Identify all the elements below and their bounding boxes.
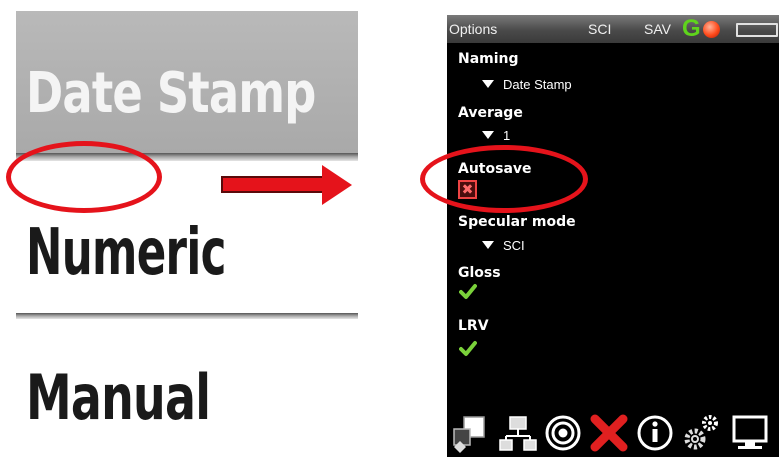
gloss-label: Gloss: [458, 265, 501, 281]
specular-mode-indicator: SCI: [588, 21, 612, 37]
dropdown-option-label: Date Stamp: [26, 61, 316, 126]
bottom-toolbar: [447, 407, 779, 457]
average-value: 1: [503, 128, 511, 143]
settings-icon[interactable]: [682, 409, 722, 453]
dropdown-arrow-icon: [482, 131, 494, 139]
specular-mode-label: Specular mode: [458, 214, 576, 230]
status-bar: Options SCI SAV G: [447, 15, 779, 43]
battery-icon: [736, 23, 778, 37]
dropdown-arrow-icon: [482, 241, 494, 249]
dropdown-arrow-icon: [482, 80, 494, 88]
specular-mode-dropdown[interactable]: SCI: [482, 238, 525, 253]
gloss-checkbox[interactable]: [459, 283, 477, 301]
shapes-icon[interactable]: [451, 409, 491, 453]
dropdown-option-manual[interactable]: Manual: [16, 319, 358, 457]
average-dropdown[interactable]: 1: [482, 128, 510, 143]
dropdown-option-label: Manual: [26, 361, 211, 434]
dropdown-option-date-stamp[interactable]: Date Stamp: [16, 11, 358, 153]
arrow-shaft: [221, 176, 325, 193]
status-led-icon: [703, 21, 720, 38]
lrv-checkbox[interactable]: [459, 340, 477, 358]
screen-title: Options: [449, 21, 498, 37]
naming-dropdown[interactable]: Date Stamp: [482, 77, 572, 92]
specular-mode-value: SCI: [503, 238, 525, 253]
dropdown-option-label: Numeric: [26, 216, 226, 290]
naming-value: Date Stamp: [503, 77, 572, 92]
tools-icon[interactable]: [589, 409, 629, 453]
info-icon[interactable]: [635, 409, 675, 453]
lrv-label: LRV: [458, 318, 489, 334]
target-icon[interactable]: [543, 409, 583, 453]
network-icon[interactable]: [498, 409, 538, 453]
gloss-indicator-icon: G: [682, 15, 701, 42]
monitor-icon[interactable]: [730, 409, 770, 453]
autosave-indicator: SAV: [644, 21, 671, 37]
device-screen: Options SCI SAV G Naming Date Stamp Aver…: [447, 15, 779, 457]
highlight-circle: [420, 145, 588, 213]
naming-label: Naming: [458, 51, 519, 67]
naming-dropdown-zoom: Date Stamp Numeric Manual: [16, 11, 358, 457]
highlight-circle: [6, 141, 162, 213]
arrow-head-icon: [322, 165, 352, 205]
average-label: Average: [458, 105, 523, 121]
